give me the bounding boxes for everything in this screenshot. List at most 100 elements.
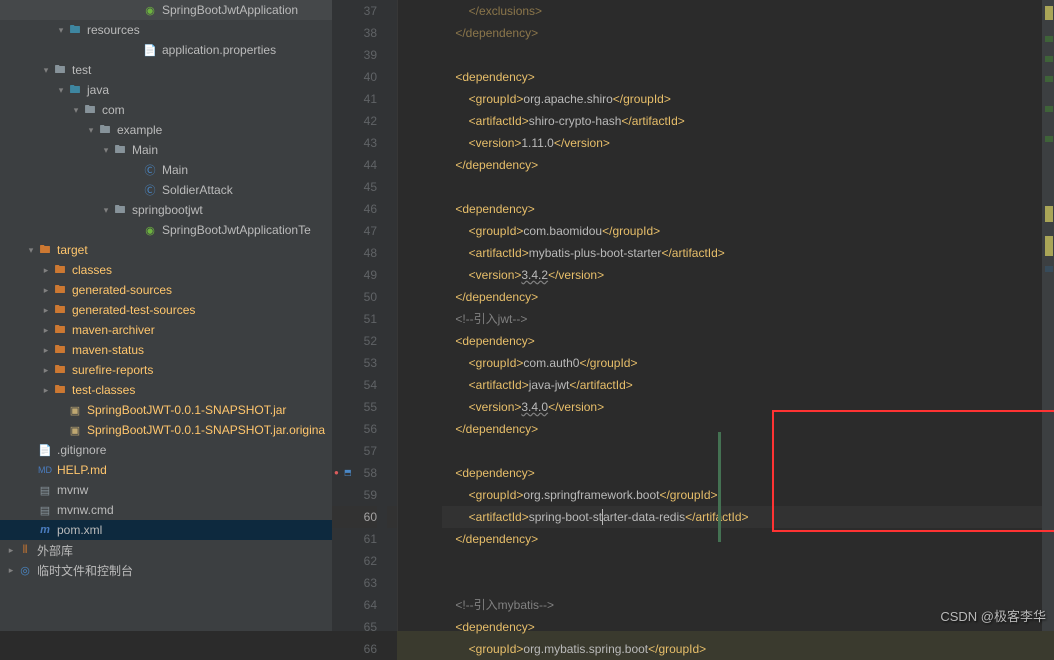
tree-item-classes[interactable]: ▸🖿classes xyxy=(0,260,332,280)
expand-arrow-icon[interactable]: ▾ xyxy=(55,25,67,36)
expand-arrow-icon[interactable]: ▸ xyxy=(40,285,52,296)
stripe-marker[interactable] xyxy=(1045,76,1053,82)
tree-item-mvnw[interactable]: ▤mvnw xyxy=(0,480,332,500)
expand-arrow-icon[interactable]: ▾ xyxy=(55,85,67,96)
stripe-marker[interactable] xyxy=(1045,36,1053,42)
expand-arrow-icon[interactable]: ▾ xyxy=(70,105,82,116)
tree-label: mvnw xyxy=(57,483,88,497)
code-line-52[interactable]: <dependency> xyxy=(442,330,1054,352)
tree-item-maven-status[interactable]: ▸🖿maven-status xyxy=(0,340,332,360)
code-line-49[interactable]: <version>3.4.2</version> xyxy=(442,264,1054,286)
tree-item-test-classes[interactable]: ▸🖿test-classes xyxy=(0,380,332,400)
gutter-marks xyxy=(387,0,397,631)
code-line-48[interactable]: <artifactId>mybatis-plus-boot-starter</a… xyxy=(442,242,1054,264)
tree-item----[interactable]: ▸⫴外部库 xyxy=(0,540,332,560)
code-line-41[interactable]: <groupId>org.apache.shiro</groupId> xyxy=(442,88,1054,110)
tree-item-generated-test-sources[interactable]: ▸🖿generated-test-sources xyxy=(0,300,332,320)
tree-label: com xyxy=(102,103,125,117)
expand-arrow-icon[interactable]: ▸ xyxy=(40,305,52,316)
tree-item---------[interactable]: ▸◎临时文件和控制台 xyxy=(0,560,332,580)
tree-item-soldierattack[interactable]: ⒸSoldierAttack xyxy=(0,180,332,200)
code-line-37[interactable]: </exclusions> xyxy=(442,0,1054,22)
code-line-57[interactable] xyxy=(442,440,1054,462)
stripe-marker[interactable] xyxy=(1045,206,1053,222)
tree-item-springbootjwtapplication[interactable]: ◉SpringBootJwtApplication xyxy=(0,0,332,20)
tree-item-mvnw-cmd[interactable]: ▤mvnw.cmd xyxy=(0,500,332,520)
tree-item-maven-archiver[interactable]: ▸🖿maven-archiver xyxy=(0,320,332,340)
stripe-marker[interactable] xyxy=(1045,56,1053,62)
tree-item-help-md[interactable]: MDHELP.md xyxy=(0,460,332,480)
code-line-40[interactable]: <dependency> xyxy=(442,66,1054,88)
code-line-61[interactable]: </dependency> xyxy=(442,528,1054,550)
tree-item-target[interactable]: ▾🖿target xyxy=(0,240,332,260)
tree-label: resources xyxy=(87,23,140,37)
expand-arrow-icon[interactable]: ▾ xyxy=(100,145,112,156)
code-line-56[interactable]: </dependency> xyxy=(442,418,1054,440)
expand-arrow-icon[interactable]: ▸ xyxy=(40,325,52,336)
code-line-42[interactable]: <artifactId>shiro-crypto-hash</artifactI… xyxy=(442,110,1054,132)
tree-label: SpringBootJwtApplicationTe xyxy=(162,223,311,237)
code-line-59[interactable]: <groupId>org.springframework.boot</group… xyxy=(442,484,1054,506)
stripe-marker[interactable] xyxy=(1045,266,1053,272)
code-line-38[interactable]: </dependency> xyxy=(442,22,1054,44)
tree-label: surefire-reports xyxy=(72,363,153,377)
expand-arrow-icon[interactable]: ▾ xyxy=(25,245,37,256)
tree-item-springbootjwt[interactable]: ▾🖿springbootjwt xyxy=(0,200,332,220)
tree-item-main[interactable]: ▾🖿Main xyxy=(0,140,332,160)
stripe-marker[interactable] xyxy=(1045,136,1053,142)
code-line-58[interactable]: <dependency> xyxy=(442,462,1054,484)
tree-item-springbootjwt-0-0-1-snapshot-jar-origina[interactable]: ▣SpringBootJWT-0.0.1-SNAPSHOT.jar.origin… xyxy=(0,420,332,440)
tree-label: example xyxy=(117,123,162,137)
tree-item-test[interactable]: ▾🖿test xyxy=(0,60,332,80)
code-line-43[interactable]: <version>1.11.0</version> xyxy=(442,132,1054,154)
error-stripe[interactable] xyxy=(1042,0,1054,631)
expand-arrow-icon[interactable]: ▸ xyxy=(40,345,52,356)
tree-label: application.properties xyxy=(162,43,276,57)
expand-arrow-icon[interactable]: ▾ xyxy=(100,205,112,216)
tree-item-example[interactable]: ▾🖿example xyxy=(0,120,332,140)
tree-item-generated-sources[interactable]: ▸🖿generated-sources xyxy=(0,280,332,300)
code-line-47[interactable]: <groupId>com.baomidou</groupId> xyxy=(442,220,1054,242)
code-line-51[interactable]: <!--引入jwt--> xyxy=(442,308,1054,330)
tree-item-main[interactable]: ⒸMain xyxy=(0,160,332,180)
line-gutter[interactable]: 3738394041424344454647484950515253545556… xyxy=(332,0,387,631)
stripe-marker[interactable] xyxy=(1045,6,1053,20)
tree-item-com[interactable]: ▾🖿com xyxy=(0,100,332,120)
code-line-66[interactable]: <groupId>org.mybatis.spring.boot</groupI… xyxy=(442,638,1054,660)
code-line-54[interactable]: <artifactId>java-jwt</artifactId> xyxy=(442,374,1054,396)
code-line-63[interactable] xyxy=(442,572,1054,594)
tree-item--gitignore[interactable]: 📄.gitignore xyxy=(0,440,332,460)
tree-item-java[interactable]: ▾🖿java xyxy=(0,80,332,100)
code-line-46[interactable]: <dependency> xyxy=(442,198,1054,220)
tree-item-springbootjwtapplicationte[interactable]: ◉SpringBootJwtApplicationTe xyxy=(0,220,332,240)
code-line-53[interactable]: <groupId>com.auth0</groupId> xyxy=(442,352,1054,374)
code-line-60[interactable]: <artifactId>spring-boot-starter-data-red… xyxy=(442,506,1054,528)
code-area[interactable]: </exclusions> </dependency> <dependency>… xyxy=(442,0,1054,631)
project-tree[interactable]: ◉SpringBootJwtApplication▾🖿resources📄app… xyxy=(0,0,332,631)
code-line-55[interactable]: <version>3.4.0</version> xyxy=(442,396,1054,418)
code-line-45[interactable] xyxy=(442,176,1054,198)
tree-label: generated-test-sources xyxy=(72,303,195,317)
code-line-50[interactable]: </dependency> xyxy=(442,286,1054,308)
expand-arrow-icon[interactable]: ▸ xyxy=(5,545,17,556)
stripe-marker[interactable] xyxy=(1045,106,1053,112)
tree-item-springbootjwt-0-0-1-snapshot-jar[interactable]: ▣SpringBootJWT-0.0.1-SNAPSHOT.jar xyxy=(0,400,332,420)
tree-item-surefire-reports[interactable]: ▸🖿surefire-reports xyxy=(0,360,332,380)
expand-arrow-icon[interactable]: ▸ xyxy=(5,565,17,576)
expand-arrow-icon[interactable]: ▸ xyxy=(40,265,52,276)
expand-arrow-icon[interactable]: ▾ xyxy=(40,65,52,76)
code-line-39[interactable] xyxy=(442,44,1054,66)
editor-pane[interactable]: 3738394041424344454647484950515253545556… xyxy=(332,0,1054,631)
code-line-44[interactable]: </dependency> xyxy=(442,154,1054,176)
expand-arrow-icon[interactable]: ▾ xyxy=(85,125,97,136)
stripe-marker[interactable] xyxy=(1045,236,1053,256)
tree-label: Main xyxy=(132,143,158,157)
expand-arrow-icon[interactable]: ▸ xyxy=(40,385,52,396)
code-line-62[interactable] xyxy=(442,550,1054,572)
expand-arrow-icon[interactable]: ▸ xyxy=(40,365,52,376)
tree-item-resources[interactable]: ▾🖿resources xyxy=(0,20,332,40)
indent-guide xyxy=(397,0,442,631)
tree-item-application-properties[interactable]: 📄application.properties xyxy=(0,40,332,60)
tree-item-pom-xml[interactable]: mpom.xml xyxy=(0,520,332,540)
tree-label: SpringBootJWT-0.0.1-SNAPSHOT.jar xyxy=(87,403,286,417)
